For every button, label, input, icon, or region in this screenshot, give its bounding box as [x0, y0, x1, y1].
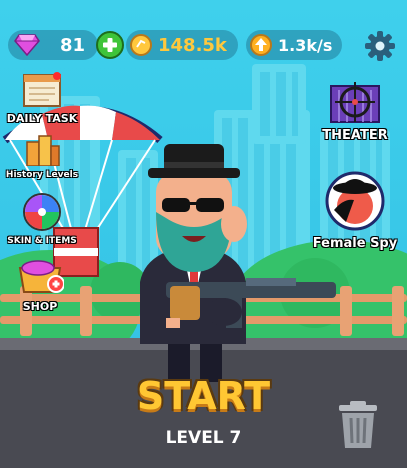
arrow-up-icon — [250, 34, 272, 56]
shop-button[interactable]: SHOP — [8, 256, 72, 313]
game-screen: 81 148.5k 1.3k/s DAILY TASK History Leve… — [0, 0, 407, 468]
color-wheel-icon — [23, 193, 61, 231]
settings-button[interactable] — [364, 30, 396, 62]
add-gems-button[interactable] — [96, 31, 124, 59]
coin-counter: 148.5k — [126, 30, 238, 60]
gem-count: 81 — [60, 34, 86, 56]
coin-icon — [130, 34, 152, 56]
gear-icon — [365, 31, 395, 61]
fence-post — [392, 286, 404, 336]
coin-rate: 1.3k/s — [246, 30, 342, 60]
skin-items-button[interactable]: SKIN & ITEMS — [4, 192, 80, 246]
plus-icon — [96, 31, 124, 59]
trash-icon — [339, 401, 377, 448]
gem-icon — [14, 34, 40, 56]
skin-items-label: SKIN & ITEMS — [7, 236, 77, 246]
daily-task-label: DAILY TASK — [6, 112, 78, 125]
city-icon — [26, 135, 60, 167]
fence-post — [340, 286, 352, 336]
gem-counter: 81 — [8, 30, 98, 60]
history-levels-button[interactable]: History Levels — [4, 134, 80, 180]
history-levels-label: History Levels — [5, 170, 79, 180]
shop-basket-icon — [18, 260, 65, 293]
hitman-character — [140, 144, 336, 382]
coin-rate-value: 1.3k/s — [278, 35, 333, 55]
trash-button[interactable] — [336, 400, 380, 450]
coin-count: 148.5k — [158, 34, 227, 56]
calendar-icon — [23, 72, 61, 107]
crosshair-icon — [330, 82, 380, 123]
shop-label: SHOP — [22, 300, 58, 313]
daily-task-button[interactable]: DAILY TASK — [4, 72, 80, 125]
fence-post — [80, 286, 92, 336]
